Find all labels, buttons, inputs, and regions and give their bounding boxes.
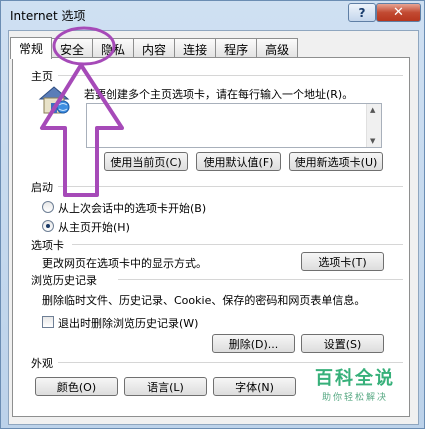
startup-section-label: 启动 (31, 181, 53, 194)
history-settings-button[interactable]: 设置(S) (301, 334, 384, 353)
tab-advanced[interactable]: 高级 (257, 38, 299, 58)
tab-general[interactable]: 常规 (10, 37, 53, 59)
use-current-button[interactable]: 使用当前页(C) (104, 152, 188, 171)
help-button[interactable]: ? (348, 3, 376, 22)
homepage-scrollbar[interactable]: ▲ ▼ (366, 104, 381, 147)
start-homepage-label: 从主页开始(H) (58, 221, 130, 234)
scroll-up-icon[interactable]: ▲ (370, 106, 375, 114)
home-icon (38, 86, 70, 114)
tabs-settings-button[interactable]: 选项卡(T) (301, 252, 384, 271)
watermark-main-text: 百科全说 (315, 368, 395, 389)
history-description: 删除临时文件、历史记录、Cookie、保存的密码和网页表单信息。 (42, 294, 366, 307)
tab-strip: 常规 安全 隐私 内容 连接 程序 高级 (10, 37, 299, 59)
appearance-separator (58, 362, 403, 363)
watermark-sub-text: 助你轻松解决 (321, 393, 388, 403)
close-button[interactable]: ✕ (376, 3, 421, 22)
history-section-label: 浏览历史记录 (31, 274, 97, 287)
homepage-address-input[interactable]: ▲ ▼ (86, 103, 382, 148)
tab-connections[interactable]: 连接 (175, 38, 217, 58)
tabs-description: 更改网页在选项卡中的显示方式。 (42, 257, 207, 270)
fonts-button[interactable]: 字体(N) (213, 377, 296, 396)
homepage-section-label: 主页 (31, 70, 53, 83)
homepage-separator (58, 75, 403, 76)
tab-content[interactable]: 内容 (134, 38, 176, 58)
history-separator (118, 279, 403, 280)
title-bar: Internet 选项 ? ✕ (1, 1, 424, 29)
tabs-section-label: 选项卡 (31, 239, 64, 252)
window-title: Internet 选项 (10, 9, 86, 23)
tab-security[interactable]: 安全 (52, 38, 94, 58)
homepage-description: 若要创建多个主页选项卡，请在每行输入一个地址(R)。 (84, 88, 354, 101)
delete-history-button[interactable]: 删除(D)... (212, 334, 295, 353)
delete-on-exit-label: 退出时删除浏览历史记录(W) (58, 317, 199, 330)
watermark-logo: 百科全说 助你轻松解决 (305, 364, 405, 403)
start-last-session-label: 从上次会话中的选项卡开始(B) (58, 202, 207, 215)
tab-programs[interactable]: 程序 (216, 38, 258, 58)
radio-start-homepage[interactable] (42, 220, 54, 232)
delete-on-exit-checkbox[interactable] (42, 316, 54, 328)
appearance-section-label: 外观 (31, 357, 53, 370)
use-default-button[interactable]: 使用默认值(F) (196, 152, 281, 171)
radio-start-last-session[interactable] (42, 201, 54, 213)
colors-button[interactable]: 颜色(O) (35, 377, 118, 396)
tabs-separator (72, 244, 403, 245)
tab-privacy[interactable]: 隐私 (93, 38, 135, 58)
use-new-tab-button[interactable]: 使用新选项卡(U) (289, 152, 383, 171)
startup-separator (58, 186, 403, 187)
languages-button[interactable]: 语言(L) (124, 377, 207, 396)
scroll-down-icon[interactable]: ▼ (370, 137, 375, 145)
